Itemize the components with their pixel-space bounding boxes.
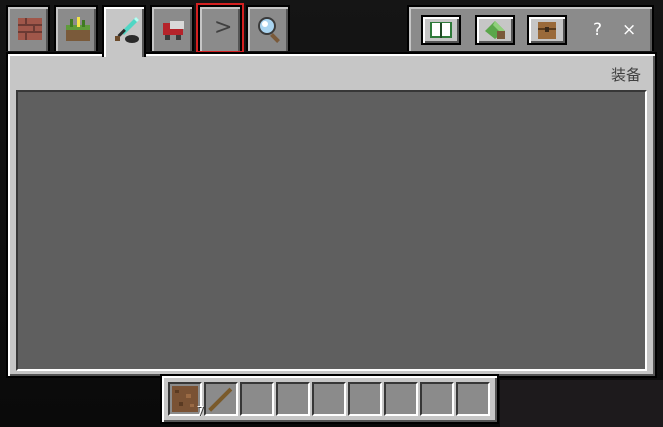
bricks-icon [18,18,42,40]
chest-block-icon [538,22,556,39]
hotbar-slot-3[interactable] [240,382,274,416]
open-book-icon [430,22,452,38]
hotbar-slot-7[interactable] [384,382,418,416]
hotbar-slot-4[interactable] [276,382,310,416]
hotbar: 7 [160,374,499,424]
hotbar-slot-5[interactable] [312,382,346,416]
close-button[interactable]: × [622,20,636,40]
slot-count: 7 [196,404,204,418]
tab-next-page[interactable]: > [196,3,244,53]
crafting-guide-button[interactable] [475,15,515,45]
diamond-sword-icon [115,17,139,43]
recipe-book-button[interactable] [421,15,461,45]
stick-icon [208,387,233,412]
grass-block-icon [66,17,90,41]
tab-building-blocks[interactable] [6,5,50,51]
tab-combat[interactable] [102,5,146,57]
tab-transportation[interactable] [150,5,194,51]
dirt-block-icon [172,386,198,412]
creative-inventory-panel: 装备 [6,52,657,378]
hotbar-slot-9[interactable] [456,382,490,416]
green-book-icon [485,21,505,39]
minecart-icon [163,21,184,40]
tab-decorations[interactable] [54,5,98,51]
hotbar-slot-1[interactable]: 7 [168,382,204,418]
panel-title: 装备 [610,66,641,84]
background-block [500,380,663,427]
item-list-area[interactable] [16,90,647,371]
tab-search[interactable] [246,5,290,51]
hotbar-slot-2[interactable] [204,382,238,416]
inventory-chest-button[interactable] [527,15,567,45]
hotbar-slot-8[interactable] [420,382,454,416]
top-right-toolbar: ? × [407,5,654,51]
magnifier-icon [258,17,280,43]
help-button[interactable]: ? [593,20,602,40]
next-page-chevron: > [214,15,233,40]
hotbar-slot-6[interactable] [348,382,382,416]
